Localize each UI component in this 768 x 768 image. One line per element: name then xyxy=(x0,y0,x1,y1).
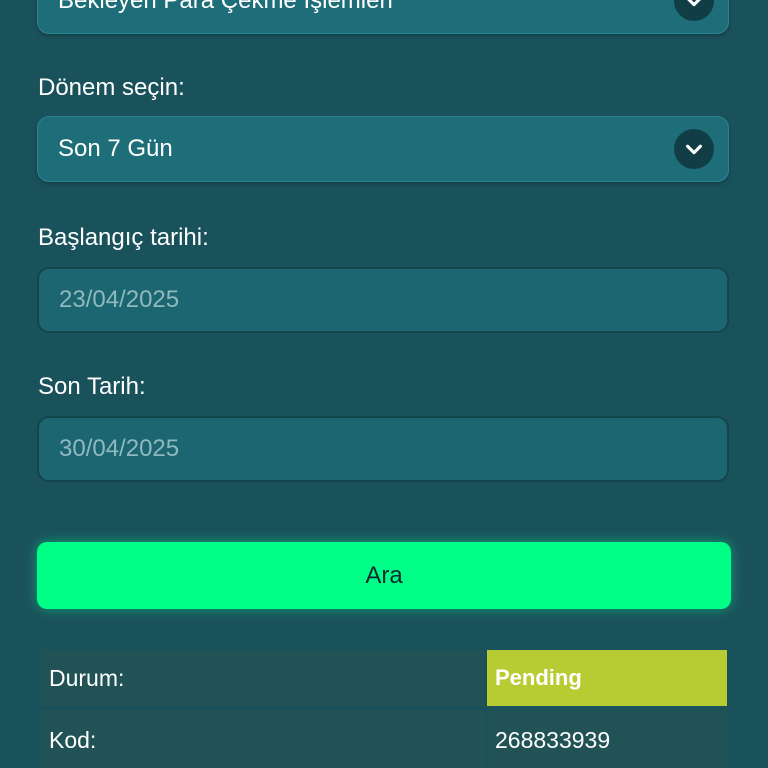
result-table: Durum: Pending Kod: 268833939 xyxy=(41,650,727,768)
search-button[interactable]: Ara xyxy=(37,542,731,609)
period-select[interactable]: Son 7 Gün xyxy=(37,116,729,182)
code-key: Kod: xyxy=(41,710,484,768)
table-row: Durum: Pending xyxy=(41,650,727,706)
status-badge: Pending xyxy=(484,650,727,706)
withdrawal-history-page: Bekleyen Para Çekme İşlemleri Dönem seçi… xyxy=(0,0,768,768)
transaction-type-value: Bekleyen Para Çekme İşlemleri xyxy=(58,0,393,14)
start-date-label: Başlangıç tarihi: xyxy=(38,224,209,251)
start-date-input[interactable] xyxy=(37,267,729,333)
end-date-label: Son Tarih: xyxy=(38,373,146,400)
period-value: Son 7 Gün xyxy=(58,135,173,162)
period-label: Dönem seçin: xyxy=(38,74,185,101)
end-date-input[interactable] xyxy=(37,416,729,482)
transaction-type-select[interactable]: Bekleyen Para Çekme İşlemleri xyxy=(37,0,729,34)
status-key: Durum: xyxy=(41,650,484,706)
code-value: 268833939 xyxy=(484,710,727,768)
chevron-down-icon[interactable] xyxy=(674,129,714,169)
chevron-down-icon[interactable] xyxy=(674,0,714,21)
table-row: Kod: 268833939 xyxy=(41,710,727,768)
